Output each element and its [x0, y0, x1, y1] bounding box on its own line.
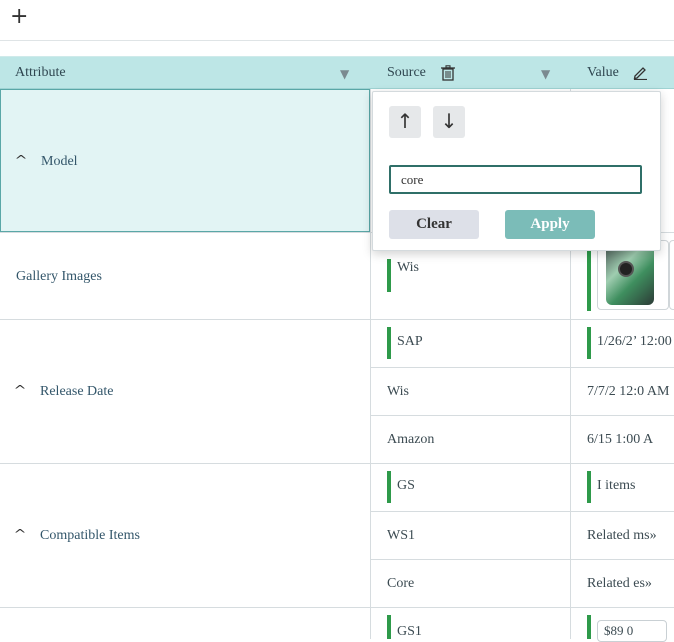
add-icon[interactable]: +: [10, 5, 28, 29]
row-divider: [371, 511, 674, 512]
value-text: 1/26/2’ 12:00: [597, 334, 672, 349]
source-label: Wis: [387, 384, 409, 399]
sort-descending-button[interactable]: ↓: [433, 106, 465, 138]
row-divider: [371, 415, 674, 416]
table-row-model[interactable]: ^ Model: [0, 89, 370, 232]
filter-icon[interactable]: ▼: [541, 67, 550, 81]
price-value: $89 0: [604, 623, 634, 638]
column-header-label: Attribute: [15, 65, 66, 80]
clear-button[interactable]: Clear: [389, 210, 479, 239]
camera-icon: [618, 261, 634, 277]
column-divider: [370, 89, 371, 639]
source-label: SAP: [397, 334, 423, 349]
value-indicator: [587, 615, 591, 639]
column-header-attribute[interactable]: Attribute ▼: [0, 56, 371, 89]
column-filter-popup: ↑ ↓ Clear Apply: [372, 91, 661, 251]
value-text: Related es»: [587, 576, 652, 591]
attribute-label: Gallery Images: [16, 269, 102, 284]
value-text: 7/7/2 12:0 AM: [587, 384, 670, 399]
filter-icon[interactable]: ▼: [340, 67, 349, 81]
chevron-up-icon[interactable]: ^: [13, 527, 26, 541]
column-header-label: Source: [387, 65, 426, 80]
value-indicator: [587, 471, 591, 503]
source-indicator: [387, 327, 391, 359]
value-text: I items: [597, 478, 636, 493]
arrow-down-icon: ↓: [440, 109, 458, 133]
source-label: GS1: [397, 624, 422, 639]
source-label: GS: [397, 478, 415, 493]
column-header-source[interactable]: Source ▼: [371, 56, 571, 89]
edit-icon[interactable]: [633, 65, 648, 85]
chevron-up-icon[interactable]: ^: [14, 153, 27, 167]
attribute-label: Model: [41, 154, 78, 169]
source-label: WS1: [387, 528, 415, 543]
top-toolbar: +: [0, 0, 674, 41]
source-indicator: [387, 259, 391, 292]
filter-text-input[interactable]: [389, 165, 642, 194]
apply-button[interactable]: Apply: [505, 210, 595, 239]
phone-image: [606, 245, 654, 305]
trash-icon[interactable]: [441, 65, 455, 86]
value-indicator: [587, 241, 591, 311]
column-header-value[interactable]: Value: [571, 56, 674, 89]
row-divider: [0, 607, 674, 608]
source-indicator: [387, 471, 391, 503]
table-row-release-date[interactable]: ^ Release Date: [0, 320, 370, 463]
value-text: 6/15 1:00 A: [587, 432, 654, 447]
table-row-gallery-images[interactable]: Gallery Images: [0, 233, 370, 319]
source-indicator: [387, 615, 391, 639]
table-row-compatible-items[interactable]: ^ Compatible Items: [0, 464, 370, 607]
source-label: Wis: [397, 260, 419, 275]
row-divider: [371, 367, 674, 368]
source-label: Core: [387, 576, 415, 591]
source-label: Amazon: [387, 432, 435, 447]
gallery-image-thumbnail[interactable]: [669, 240, 674, 310]
value-text: Related ms»: [587, 528, 657, 543]
value-indicator: [587, 327, 591, 359]
attribute-label: Compatible Items: [40, 528, 140, 543]
arrow-up-icon: ↑: [396, 109, 414, 133]
column-header-label: Value: [587, 65, 619, 80]
sort-ascending-button[interactable]: ↑: [389, 106, 421, 138]
attribute-label: Release Date: [40, 384, 114, 399]
chevron-up-icon[interactable]: ^: [13, 383, 26, 397]
row-divider: [371, 559, 674, 560]
